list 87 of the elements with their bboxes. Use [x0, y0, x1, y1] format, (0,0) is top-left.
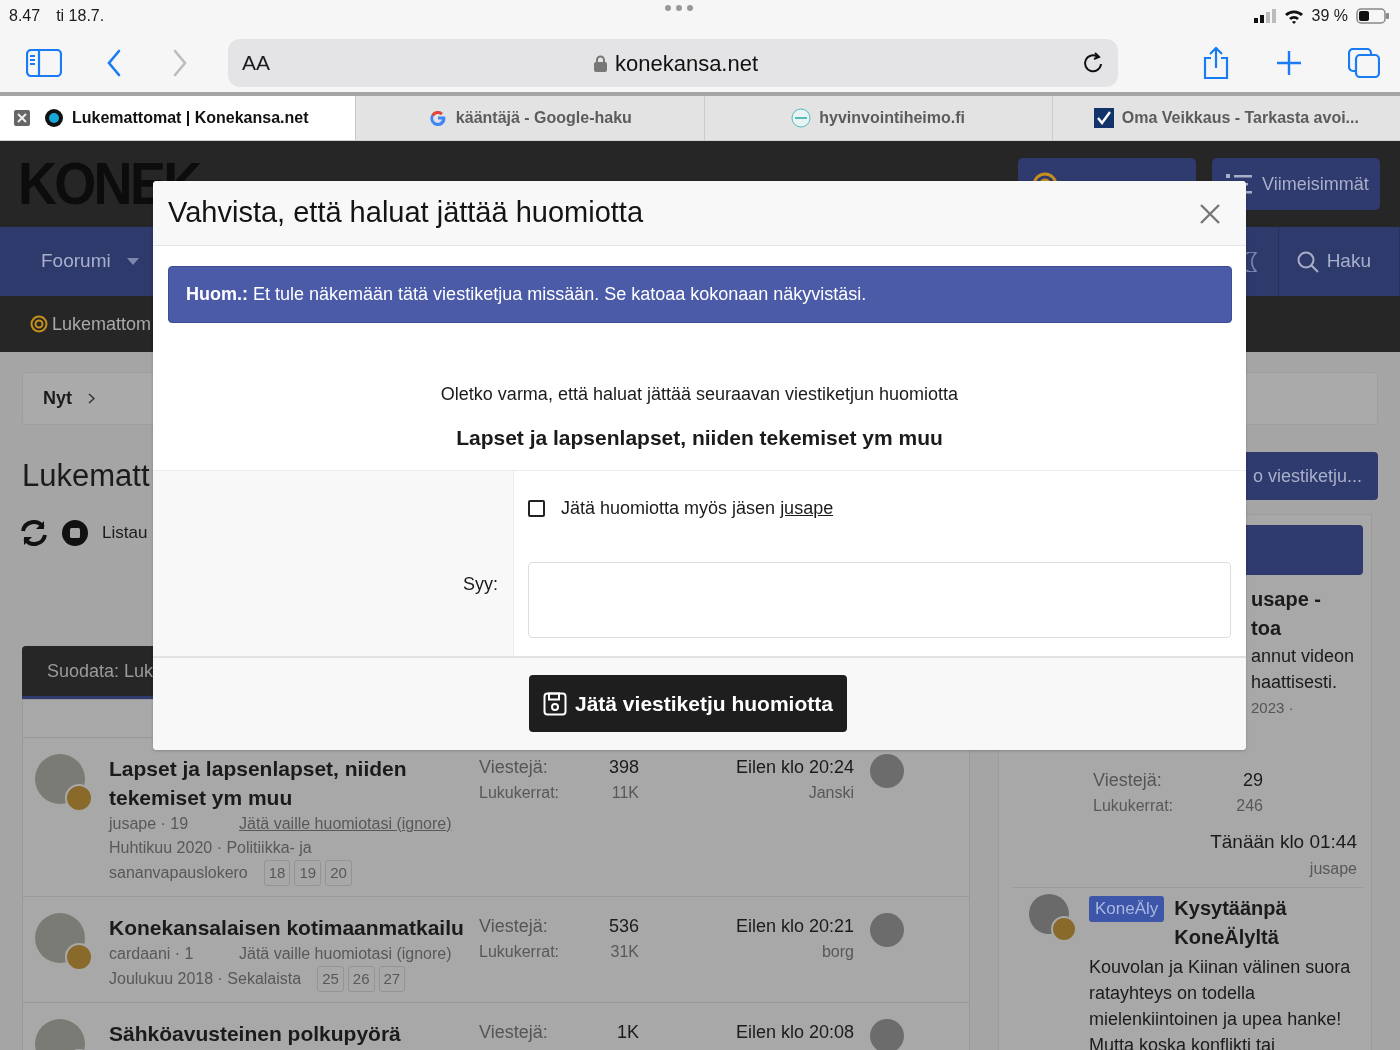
last-poster: Janski: [807, 783, 854, 803]
thread-meta: Joulukuu 2018 · Sekalaista: [109, 969, 302, 989]
posts-label: Viestejä:: [479, 756, 548, 779]
page-title: Lukematt: [22, 456, 150, 495]
stop-icon[interactable]: [62, 520, 88, 546]
post-text: annut videon: [1250, 645, 1356, 668]
caret-icon: [126, 258, 139, 265]
clock-time: 8.47: [9, 6, 41, 26]
signal-icon: [1253, 9, 1276, 23]
posts-label: Viestejä:: [1093, 769, 1162, 792]
submit-button[interactable]: Jätä viestiketju huomiotta: [529, 675, 847, 732]
last-poster: borg: [820, 942, 854, 962]
sidebar-icon[interactable]: [26, 49, 62, 77]
unread-link[interactable]: Lukemattom: [52, 310, 152, 338]
posts-count: 536: [608, 915, 639, 938]
tabs-overview-icon[interactable]: [1348, 48, 1380, 78]
reload-icon[interactable]: [1082, 51, 1104, 75]
posts-count: 1K: [616, 1021, 639, 1044]
avatar: [870, 913, 904, 947]
notice-alert: Huom.: Et tule näkemään tätä viestiketjua missään. Se katoaa kokonaan näkyvistäsi.: [168, 266, 1232, 323]
reason-field[interactable]: [528, 561, 1231, 638]
small-avatar: [1051, 915, 1077, 942]
add-tab-icon[interactable]: [1276, 50, 1302, 76]
views-count: 11K: [611, 783, 639, 803]
thread-title[interactable]: Kysytäänpä KoneÄlyltä: [1174, 893, 1363, 952]
thread-author: cardaani · 1: [109, 944, 195, 964]
avatar: [870, 1019, 904, 1050]
reason-label: Syy:: [463, 572, 498, 596]
save-icon: [543, 691, 567, 716]
post-text: toa: [1250, 616, 1283, 641]
close-tab-icon[interactable]: [14, 110, 30, 126]
refresh-icon[interactable]: [20, 520, 48, 546]
date-text: ti 18.7.: [56, 6, 105, 26]
last-post-time[interactable]: Eilen klo 20:21: [674, 913, 854, 940]
question-text: Oletko varma, että haluat jättää seuraavan viestiketjun huomiotta: [439, 383, 960, 406]
favicon-icon: [44, 108, 64, 128]
checkbox-label: Jätä huomiotta myös jäsen jusape: [561, 496, 834, 520]
posts-label: Viestejä:: [479, 1021, 548, 1044]
last-post-time[interactable]: Tänään klo 01:44: [999, 828, 1357, 857]
multitask-icon[interactable]: [663, 4, 694, 12]
address-bar[interactable]: konekansa.net: [614, 46, 759, 80]
share-icon[interactable]: [1202, 46, 1230, 80]
posts-count: 29: [1242, 769, 1263, 792]
post-snippet: Kouvolan ja Kiinan välinen suora ratayhteys on todella mielenkiintoinen ja upea hanke! Mutta koska konflikti tai: [1089, 955, 1352, 1050]
battery-percent: 39 %: [1311, 6, 1348, 26]
thread-title[interactable]: Sähköavusteinen polkupyörä: [109, 1019, 479, 1048]
avatar: [870, 754, 904, 788]
member-link[interactable]: jusape: [780, 497, 834, 518]
favicon-icon: [791, 108, 812, 128]
target-icon: [30, 315, 48, 333]
favicon-icon: [1093, 108, 1114, 128]
thread-meta: Huhtikuu 2020 · Politiikka- ja: [109, 839, 312, 856]
posts-count: 398: [608, 756, 639, 779]
thread-title: Lapset ja lapsenlapset, niiden tekemiset ym muu: [455, 425, 944, 451]
thread-title[interactable]: Lapset ja lapsenlapset, niiden tekemiset ym muu: [109, 754, 479, 812]
battery-icon: [1356, 8, 1390, 24]
last-post-time[interactable]: Eilen klo 20:08: [674, 1019, 854, 1046]
last-post-time[interactable]: Eilen klo 20:24: [674, 754, 854, 781]
thread-title[interactable]: Konekansalaisen kotimaanmatkailu: [109, 913, 479, 942]
posts-label: Viestejä:: [479, 915, 548, 938]
post-text: usape -: [1250, 587, 1323, 612]
post-text: haattisesti.: [1250, 671, 1339, 694]
thread-meta: sananvapauslokero: [109, 863, 248, 883]
small-avatar: [65, 784, 93, 812]
checkbox[interactable]: [528, 499, 545, 517]
browser-tab[interactable]: Lukemattomat | Konekansa.net: [0, 96, 356, 140]
forum-menu[interactable]: Foorumi: [27, 227, 153, 296]
views-count: 31K: [610, 942, 639, 962]
chevron-icon: [88, 393, 95, 404]
lock-icon: [593, 54, 607, 72]
last-poster: jusape: [1308, 858, 1357, 879]
search-icon: [1296, 250, 1319, 273]
listing-label: Listau: [102, 522, 148, 545]
post-text: 2023 ·: [1250, 698, 1295, 718]
favicon-icon: [427, 108, 448, 128]
back-icon[interactable]: [106, 49, 122, 77]
text-size-button[interactable]: AA: [242, 47, 270, 79]
prefix-tag: KoneÄly: [1089, 895, 1165, 922]
views-label: Lukukerrat:: [479, 783, 560, 803]
small-avatar: [65, 943, 93, 971]
wifi-icon: [1283, 8, 1304, 24]
views-count: 246: [1236, 796, 1263, 816]
views-label: Lukukerrat:: [1093, 796, 1174, 816]
thread-author: jusape · 19: [109, 814, 190, 834]
breadcrumb-link[interactable]: Nyt: [43, 385, 72, 412]
close-icon[interactable]: [1200, 203, 1220, 224]
views-label: Lukukerrat:: [479, 942, 560, 962]
